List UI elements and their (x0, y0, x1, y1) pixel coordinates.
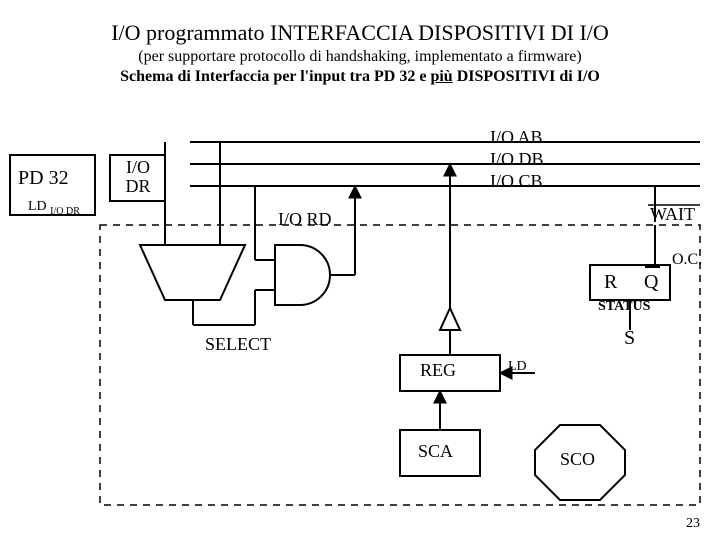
sco-label: SCO (560, 450, 595, 469)
iocb-label: I/O CB (490, 172, 543, 191)
iodr-label: I/O DR (122, 158, 154, 196)
ld-text: LD (28, 199, 47, 214)
rq-r: R (604, 272, 617, 293)
s-label: S (624, 328, 635, 349)
select-label: SELECT (205, 335, 271, 354)
page-number: 23 (686, 516, 700, 532)
ld-sub: I/O DR (50, 206, 80, 217)
reg-label: REG (420, 361, 456, 380)
reg-ld-label: LD (508, 360, 527, 375)
iord-label: I/O RD (278, 210, 332, 229)
iodb-label: I/O DB (490, 150, 544, 169)
oc-label: O.C. (672, 252, 702, 269)
status-label: STATUS (598, 300, 650, 315)
pd32-label: PD 32 (18, 168, 69, 189)
wait-label: WAIT (650, 205, 695, 224)
ld-iodr-label: LD I/O DR (28, 200, 80, 217)
diagram-svg (0, 0, 720, 540)
ioab-label: I/O AB (490, 128, 543, 147)
rq-q: Q (644, 272, 658, 293)
sca-label: SCA (418, 442, 453, 461)
